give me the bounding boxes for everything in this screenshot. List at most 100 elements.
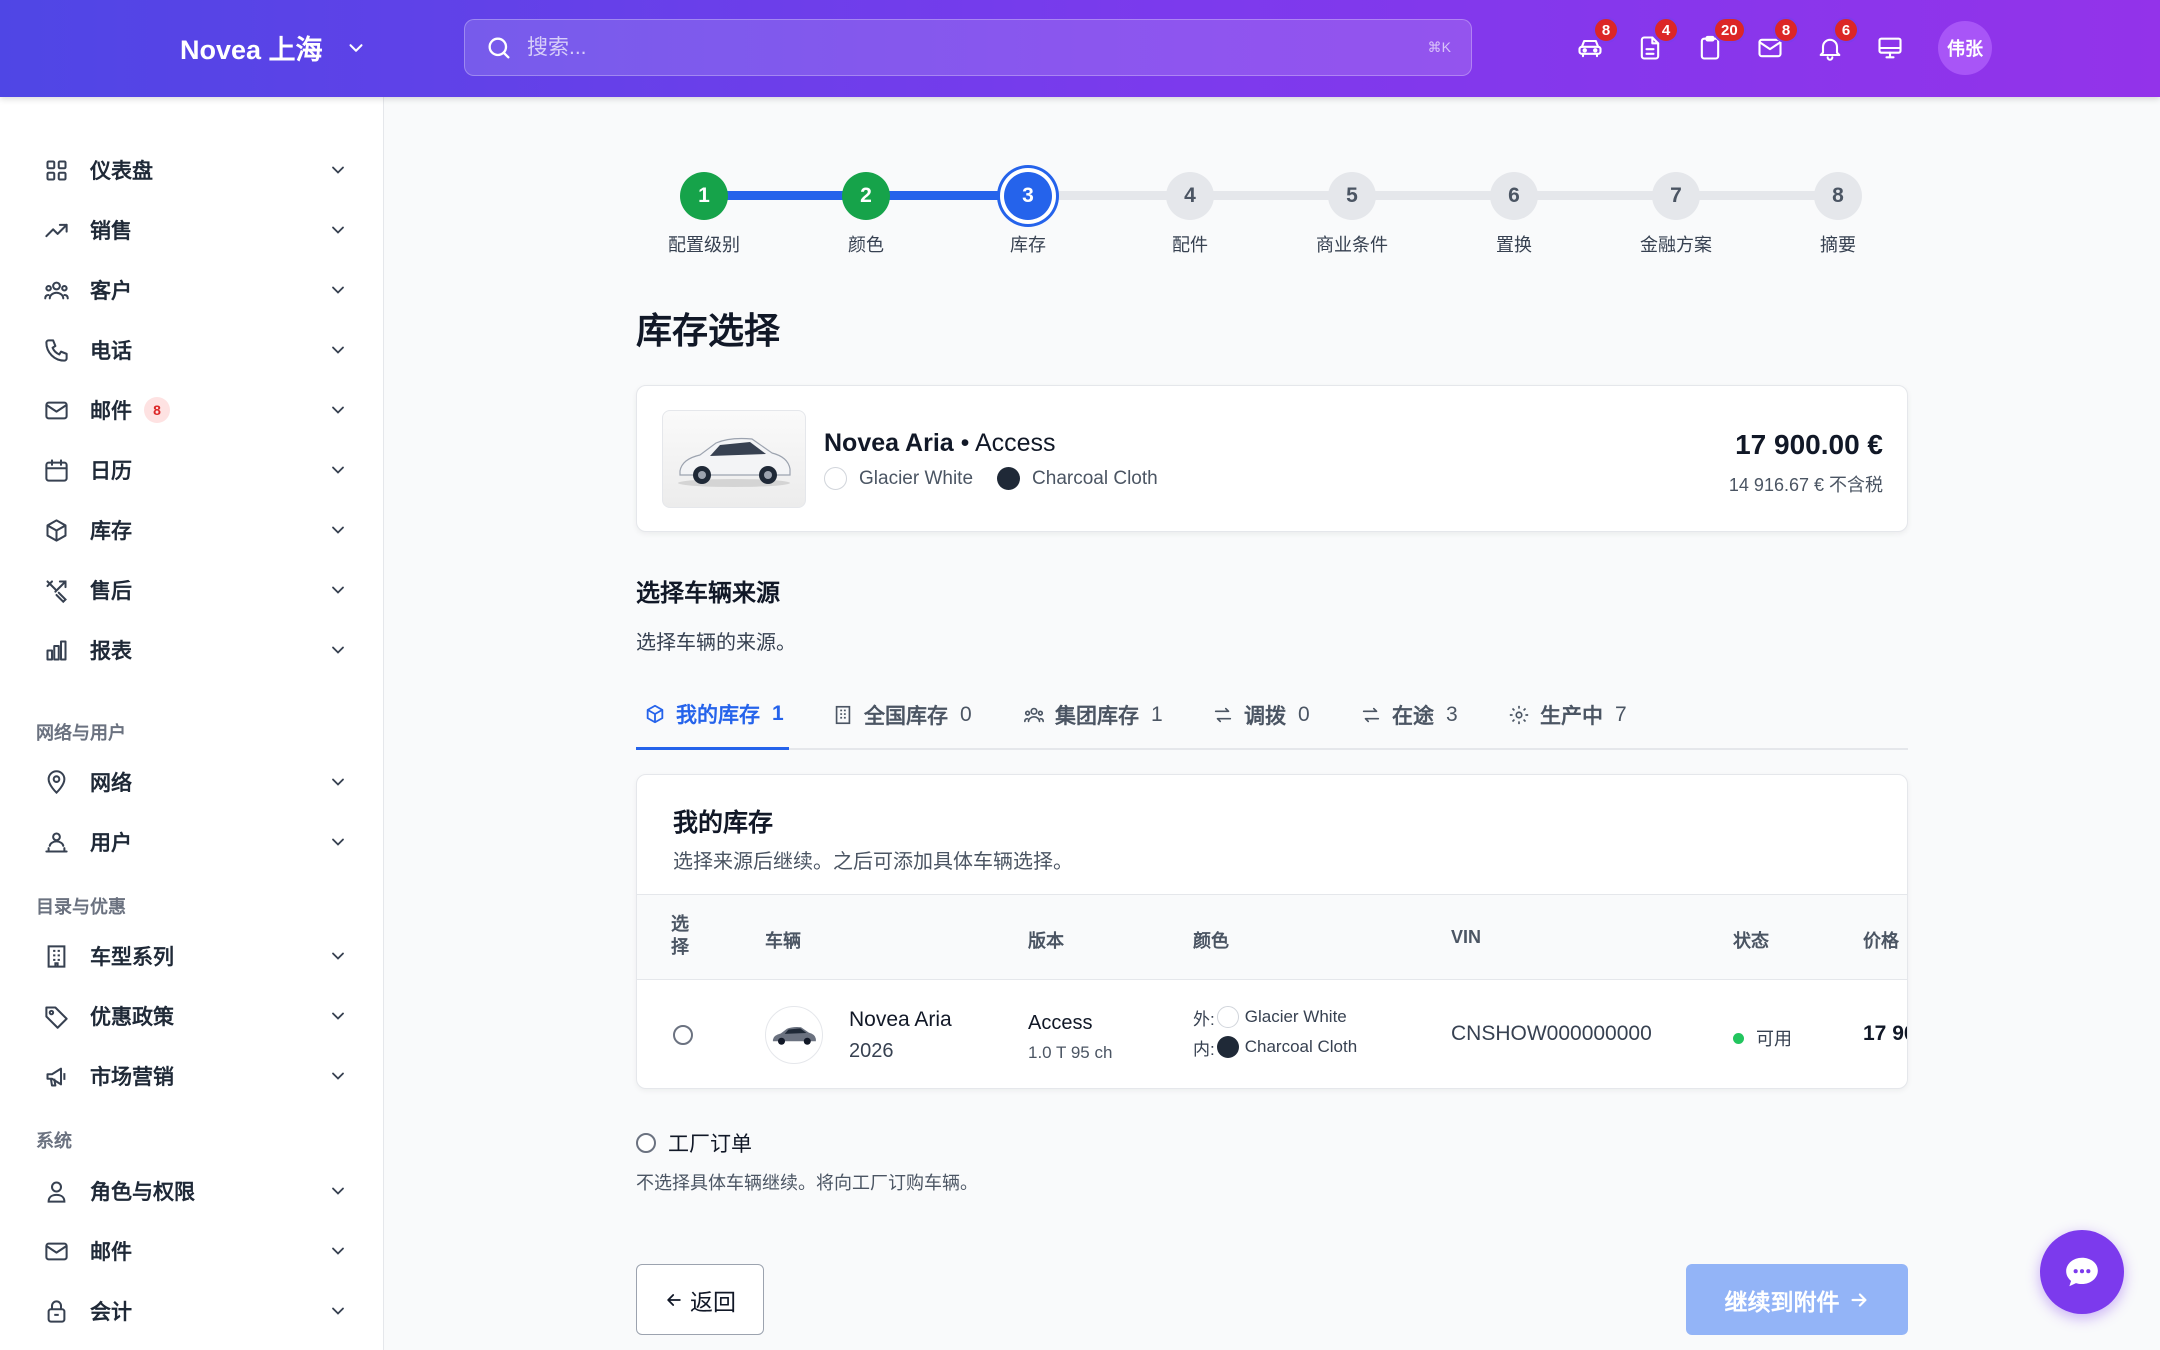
step-4[interactable]: 4 配件 <box>1130 164 1250 257</box>
avatar[interactable]: 伟张 <box>1938 21 1992 75</box>
tab-transfer[interactable]: 调拨 0 <box>1212 680 1310 750</box>
chat-button[interactable] <box>2040 1230 2124 1314</box>
chevron-down-icon <box>332 166 344 174</box>
search-input[interactable] <box>527 35 1428 60</box>
chevron-down-icon <box>332 1012 344 1020</box>
brand-name: Novea 上海 <box>180 35 323 65</box>
display-button[interactable] <box>1860 24 1920 72</box>
step-label: 置换 <box>1496 235 1532 255</box>
vehicle-price-net: 14 916.67 € 不含税 <box>1728 475 1883 495</box>
gear-icon <box>1509 705 1529 725</box>
search-icon <box>488 37 510 58</box>
row-interior: Charcoal Cloth <box>1244 1037 1358 1056</box>
step-number: 6 <box>1490 172 1538 220</box>
tab-in-production[interactable]: 生产中 7 <box>1508 680 1627 750</box>
progress-stepper: 1 配置级别 2 颜色 3 库存 4 配件 5 商业条件 6 置换 7 金融方案 8 摘要 <box>636 164 1908 257</box>
alerts-button[interactable]: 6 <box>1800 17 1860 72</box>
continue-button-label: 继续到附件 <box>1724 1288 1840 1315</box>
sidebar-item-label: 车型系列 <box>90 946 174 969</box>
sidebar-item-sales[interactable]: 销售 <box>42 206 348 254</box>
tab-count: 1 <box>1151 703 1163 726</box>
inventory-subtitle: 选择来源后继续。之后可添加具体车辆选择。 <box>673 851 1073 873</box>
sidebar-item-models[interactable]: 车型系列 <box>42 932 348 980</box>
sidebar-item-network[interactable]: 网络 <box>42 758 348 806</box>
vehicle-separator: • <box>953 429 975 457</box>
factory-order-radio[interactable] <box>636 1133 656 1153</box>
chevron-down-icon <box>332 586 344 594</box>
sidebar-item-marketing[interactable]: 市场营销 <box>42 1052 348 1100</box>
step-number: 7 <box>1652 172 1700 220</box>
chevron-down-icon <box>332 406 344 414</box>
tab-label: 生产中 <box>1540 705 1603 728</box>
sidebar-item-calendar[interactable]: 日历 <box>42 446 348 494</box>
sidebar-item-accounting[interactable]: 会计 <box>42 1287 348 1335</box>
back-button[interactable]: 返回 <box>636 1264 764 1335</box>
vehicle-name: Novea Aria • Access <box>824 429 1056 458</box>
documents-button[interactable]: 4 <box>1620 17 1680 72</box>
step-5[interactable]: 5 商业条件 <box>1292 164 1412 257</box>
messages-button[interactable]: 8 <box>1740 17 1800 72</box>
exterior-prefix: 外: <box>1193 1009 1215 1029</box>
sidebar-item-customers[interactable]: 客户 <box>42 266 348 314</box>
step-2[interactable]: 2 颜色 <box>806 164 926 257</box>
row-price: 17 900.00 € <box>1863 1022 1907 1045</box>
table-header: 选 择 车辆 版本 颜色 VIN 状态 价格 <box>637 894 1907 980</box>
tab-in-transit[interactable]: 在途 3 <box>1360 680 1458 750</box>
sidebar-item-reports[interactable]: 报表 <box>42 626 348 674</box>
step-label: 摘要 <box>1820 235 1856 255</box>
tasks-button[interactable]: 20 <box>1680 17 1746 72</box>
tab-national-inventory[interactable]: 全国库存 0 <box>832 680 972 750</box>
back-button-label: 返回 <box>690 1288 736 1315</box>
sidebar-item-after-sales[interactable]: 售后 <box>42 566 348 614</box>
sidebar-section-catalog: 目录与优惠 <box>36 897 126 917</box>
step-number: 1 <box>680 172 728 220</box>
column-vehicle: 车辆 <box>765 931 801 951</box>
top-bar: Novea 上海 ⌘K 8 4 20 8 6 伟张 <box>0 0 2160 97</box>
row-select-radio[interactable] <box>673 1025 693 1045</box>
step-label: 商业条件 <box>1316 235 1388 255</box>
step-number: 3 <box>1004 172 1052 220</box>
sidebar-item-dashboard[interactable]: 仪表盘 <box>42 146 348 194</box>
sidebar-item-offers[interactable]: 优惠政策 <box>42 992 348 1040</box>
row-exterior: Glacier White <box>1244 1007 1347 1026</box>
row-model: Novea Aria <box>849 1008 952 1031</box>
tab-count: 0 <box>960 703 972 726</box>
sidebar-item-inventory[interactable]: 库存 <box>42 506 348 554</box>
sidebar-item-label: 会计 <box>90 1301 132 1324</box>
chevron-down-icon <box>332 1187 344 1195</box>
search-bar[interactable]: ⌘K <box>464 19 1472 76</box>
row-version: Access <box>1028 1012 1093 1034</box>
chevron-down-icon <box>332 838 344 846</box>
step-number: 2 <box>842 172 890 220</box>
step-1[interactable]: 1 配置级别 <box>644 164 764 257</box>
interior-prefix: 内: <box>1193 1039 1215 1059</box>
step-6[interactable]: 6 置换 <box>1454 164 1574 257</box>
sidebar-item-mail[interactable]: 邮件 8 <box>42 386 348 434</box>
sidebar-item-label: 用户 <box>90 832 132 855</box>
factory-order-option[interactable]: 工厂订单 <box>636 1128 752 1158</box>
tab-count: 3 <box>1446 703 1458 726</box>
tab-group-inventory[interactable]: 集团库存 1 <box>1023 680 1163 750</box>
vehicle-cell: Novea Aria 2026 <box>849 1008 952 1063</box>
box-icon <box>646 704 664 723</box>
sidebar-item-roles[interactable]: 角色与权限 <box>42 1167 348 1215</box>
sidebar-item-users[interactable]: 用户 <box>42 818 348 866</box>
factory-order-description: 不选择具体车辆继续。将向工厂订购车辆。 <box>636 1173 978 1193</box>
tab-my-inventory[interactable]: 我的库存 1 <box>636 680 789 750</box>
sidebar-item-system-mail[interactable]: 邮件 <box>42 1227 348 1275</box>
table-row[interactable]: Novea Aria 2026 Access 1.0 T 95 ch 外: Gla… <box>637 980 1907 1088</box>
inventory-notifications-button[interactable]: 8 <box>1560 17 1620 72</box>
step-8[interactable]: 8 摘要 <box>1778 164 1898 257</box>
brand-switcher[interactable]: Novea 上海 <box>180 28 367 67</box>
step-3[interactable]: 3 库存 <box>968 164 1088 257</box>
search-shortcut: ⌘K <box>1427 39 1451 55</box>
continue-button[interactable]: 继续到附件 <box>1686 1264 1908 1335</box>
sidebar-item-label: 优惠政策 <box>90 1006 174 1029</box>
step-number: 4 <box>1166 172 1214 220</box>
chevron-down-icon <box>332 466 344 474</box>
sidebar-item-phone[interactable]: 电话 <box>42 326 348 374</box>
users-icon <box>1024 707 1044 723</box>
status-dot <box>1733 1032 1744 1044</box>
transfer-icon <box>1214 707 1232 723</box>
step-7[interactable]: 7 金融方案 <box>1616 164 1736 257</box>
